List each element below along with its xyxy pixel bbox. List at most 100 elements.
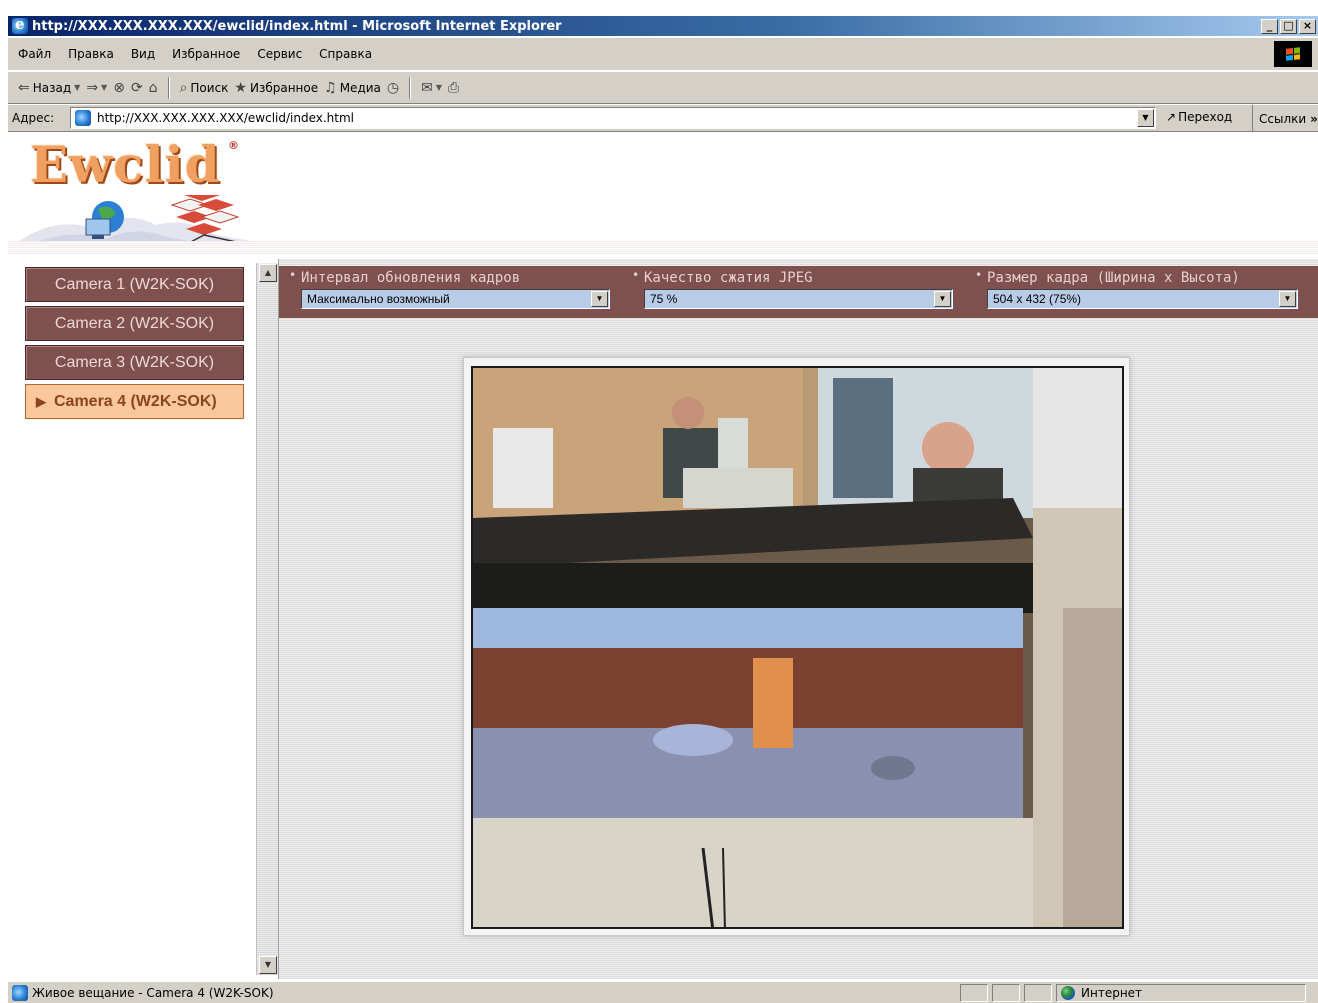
viewer-area: Интервал обновления кадров Максимально в…: [279, 259, 1318, 979]
menu-tools[interactable]: Сервис: [257, 47, 302, 61]
brand-logo: Ewclid: [30, 135, 221, 194]
menu-view[interactable]: Вид: [131, 47, 155, 61]
refresh-icon[interactable]: ⟳: [131, 80, 143, 96]
video-frame: [463, 357, 1130, 936]
menu-edit[interactable]: Правка: [68, 47, 114, 61]
maximize-button[interactable]: □: [1280, 18, 1297, 34]
security-zone: Интернет: [1056, 984, 1306, 1002]
globe-icon: [1061, 986, 1075, 1000]
favorites-label: Избранное: [249, 80, 319, 95]
menu-favorites[interactable]: Избранное: [172, 47, 240, 61]
toolbar-separator: [167, 76, 170, 99]
address-dropdown-icon[interactable]: ▼: [1137, 109, 1154, 127]
camera-2-button[interactable]: Camera 2 (W2K-SOK): [25, 306, 244, 341]
standard-toolbar: ⇐ Назад ▼ ⇒ ▼ ⊗ ⟳ ⌂ ⌕ Поиск ★ Избранное …: [8, 72, 1318, 104]
zone-label: Интернет: [1081, 986, 1143, 1000]
status-bar: Живое вещание - Camera 4 (W2K-SOK) Интер…: [8, 981, 1318, 1003]
camera-3-button[interactable]: Camera 3 (W2K-SOK): [25, 345, 244, 380]
media-icon: ♫: [324, 79, 337, 96]
status-text: Живое вещание - Camera 4 (W2K-SOK): [32, 985, 274, 1000]
status-pane: [960, 984, 988, 1002]
window-titlebar[interactable]: http://XXX.XXX.XXX.XXX/ewclid/index.html…: [8, 15, 1318, 36]
page-loaded-icon: [12, 984, 28, 1001]
back-label: Назад: [32, 80, 72, 95]
internet-explorer-icon: [12, 15, 28, 34]
go-button[interactable]: ↗ Переход: [1166, 110, 1232, 124]
size-value: 504 x 432 (75%): [993, 292, 1082, 306]
page-icon: [75, 110, 91, 126]
address-input[interactable]: http://XXX.XXX.XXX.XXX/ewclid/index.html…: [70, 107, 1156, 129]
camera-4-button[interactable]: ▶ Camera 4 (W2K-SOK): [25, 384, 244, 419]
size-dropdown-icon[interactable]: ▼: [1279, 291, 1296, 307]
quality-dropdown-icon[interactable]: ▼: [934, 291, 951, 307]
interval-dropdown-icon[interactable]: ▼: [591, 291, 608, 307]
forward-dropdown-icon[interactable]: ▼: [101, 83, 107, 92]
video-image: [473, 368, 1122, 927]
window-title: http://XXX.XXX.XXX.XXX/ewclid/index.html…: [32, 18, 562, 34]
back-arrow-icon: ⇐: [18, 79, 30, 96]
back-dropdown-icon[interactable]: ▼: [74, 83, 80, 92]
menu-file[interactable]: Файл: [18, 47, 51, 61]
camera-video-feed: [471, 366, 1124, 929]
camera-3-label: Camera 3 (W2K-SOK): [54, 353, 215, 371]
chevron-right-icon: »: [1310, 111, 1318, 126]
scroll-up-icon[interactable]: ▲: [259, 264, 277, 282]
size-select[interactable]: 504 x 432 (75%) ▼: [987, 289, 1298, 309]
search-icon: ⌕: [179, 79, 188, 96]
print-icon[interactable]: ⎙: [448, 80, 459, 96]
size-label: Размер кадра (Ширина x Высота): [975, 268, 1315, 286]
address-bar: Адрес: http://XXX.XXX.XXX.XXX/ewclid/ind…: [8, 105, 1318, 132]
menu-help[interactable]: Справка: [319, 47, 372, 61]
links-label: Ссылки: [1259, 111, 1307, 126]
forward-button[interactable]: ⇒ ▼: [86, 80, 107, 96]
scroll-down-icon[interactable]: ▼: [259, 956, 277, 974]
links-button[interactable]: Ссылки »: [1252, 105, 1318, 132]
status-pane: [1024, 984, 1052, 1002]
controls-bar: Интервал обновления кадров Максимально в…: [279, 266, 1318, 318]
address-url[interactable]: http://XXX.XXX.XXX.XXX/ewclid/index.html: [97, 111, 354, 125]
quality-value: 75 %: [650, 292, 678, 306]
play-arrow-icon: ▶: [36, 393, 46, 409]
camera-4-label: Camera 4 (W2K-SOK): [54, 392, 217, 410]
windows-logo-icon: [1274, 41, 1312, 67]
address-label: Адрес:: [12, 111, 55, 125]
media-button[interactable]: ♫ Медиа: [324, 80, 381, 96]
history-icon[interactable]: ◷: [387, 80, 399, 96]
interval-value: Максимально возможный: [307, 292, 450, 306]
search-button[interactable]: ⌕ Поиск: [180, 80, 229, 96]
back-button[interactable]: ⇐ Назад ▼: [18, 80, 80, 96]
camera-sidebar: Camera 1 (W2K-SOK) Camera 2 (W2K-SOK) Ca…: [8, 259, 279, 979]
banner-stripes: [8, 241, 1318, 255]
minimize-button[interactable]: _: [1261, 18, 1278, 34]
camera-2-label: Camera 2 (W2K-SOK): [54, 314, 215, 332]
size-control: Размер кадра (Ширина x Высота) 504 x 432…: [975, 268, 1315, 309]
close-button[interactable]: ×: [1299, 18, 1316, 34]
mail-dropdown-icon[interactable]: ▼: [436, 83, 442, 92]
mail-button[interactable]: ✉ ▼: [421, 80, 442, 96]
status-pane: [992, 984, 1020, 1002]
home-icon[interactable]: ⌂: [149, 80, 158, 96]
quality-select[interactable]: 75 % ▼: [644, 289, 953, 309]
camera-1-button[interactable]: Camera 1 (W2K-SOK): [25, 267, 244, 302]
header-banner: Ewclid ®: [8, 133, 1318, 255]
search-label: Поиск: [190, 80, 229, 95]
toolbar-separator: [409, 76, 412, 99]
quality-control: Качество сжатия JPEG 75 % ▼: [632, 268, 962, 309]
favorites-icon: ★: [234, 79, 247, 96]
interval-control: Интервал обновления кадров Максимально в…: [289, 268, 610, 309]
interval-select[interactable]: Максимально возможный ▼: [301, 289, 610, 309]
camera-1-label: Camera 1 (W2K-SOK): [54, 275, 215, 293]
sidebar-scrollbar[interactable]: ▲ ▼: [256, 263, 278, 975]
go-label: Переход: [1178, 110, 1233, 124]
menu-bar: Файл Правка Вид Избранное Сервис Справка: [8, 38, 1318, 71]
media-label: Медиа: [339, 80, 381, 95]
go-arrow-icon: ↗: [1166, 110, 1177, 124]
stop-icon[interactable]: ⊗: [113, 80, 125, 96]
quality-label: Качество сжатия JPEG: [632, 268, 962, 286]
mail-icon: ✉: [421, 79, 433, 96]
registered-mark: ®: [228, 139, 239, 152]
favorites-button[interactable]: ★ Избранное: [234, 80, 318, 96]
interval-label: Интервал обновления кадров: [289, 268, 609, 286]
forward-arrow-icon: ⇒: [86, 79, 99, 96]
page-content: Ewclid ® Camera 1 (W2K-SOK) Camera 2 (W2…: [8, 133, 1318, 979]
